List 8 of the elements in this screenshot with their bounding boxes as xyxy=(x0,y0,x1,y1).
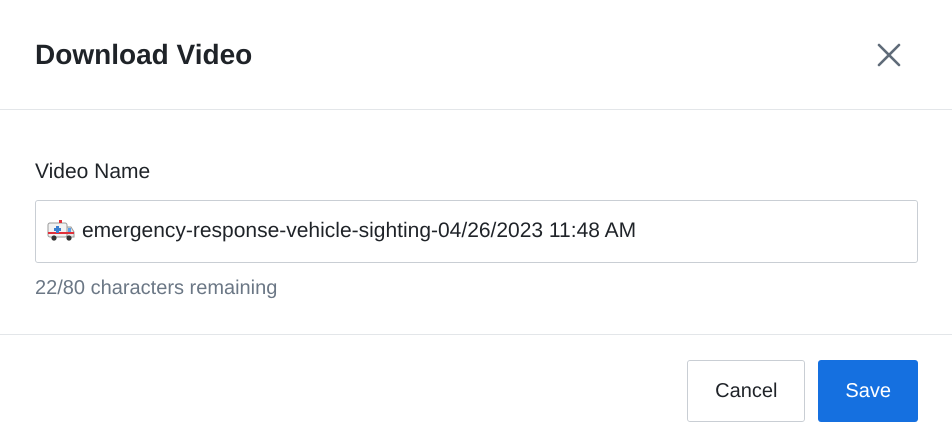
close-icon[interactable] xyxy=(876,42,902,68)
helper-text: 22/80 characters remaining xyxy=(35,276,278,300)
input-field[interactable]: emergency-response-vehicle-sighting-04/26/2023 11:48 AM xyxy=(35,200,918,262)
save-button[interactable]: Save xyxy=(818,360,918,422)
cancel-button[interactable]: Cancel xyxy=(687,360,806,422)
field-label: Video Name xyxy=(35,159,152,185)
dialog-title: Download Video xyxy=(35,38,252,72)
ambulance-icon xyxy=(47,220,75,242)
